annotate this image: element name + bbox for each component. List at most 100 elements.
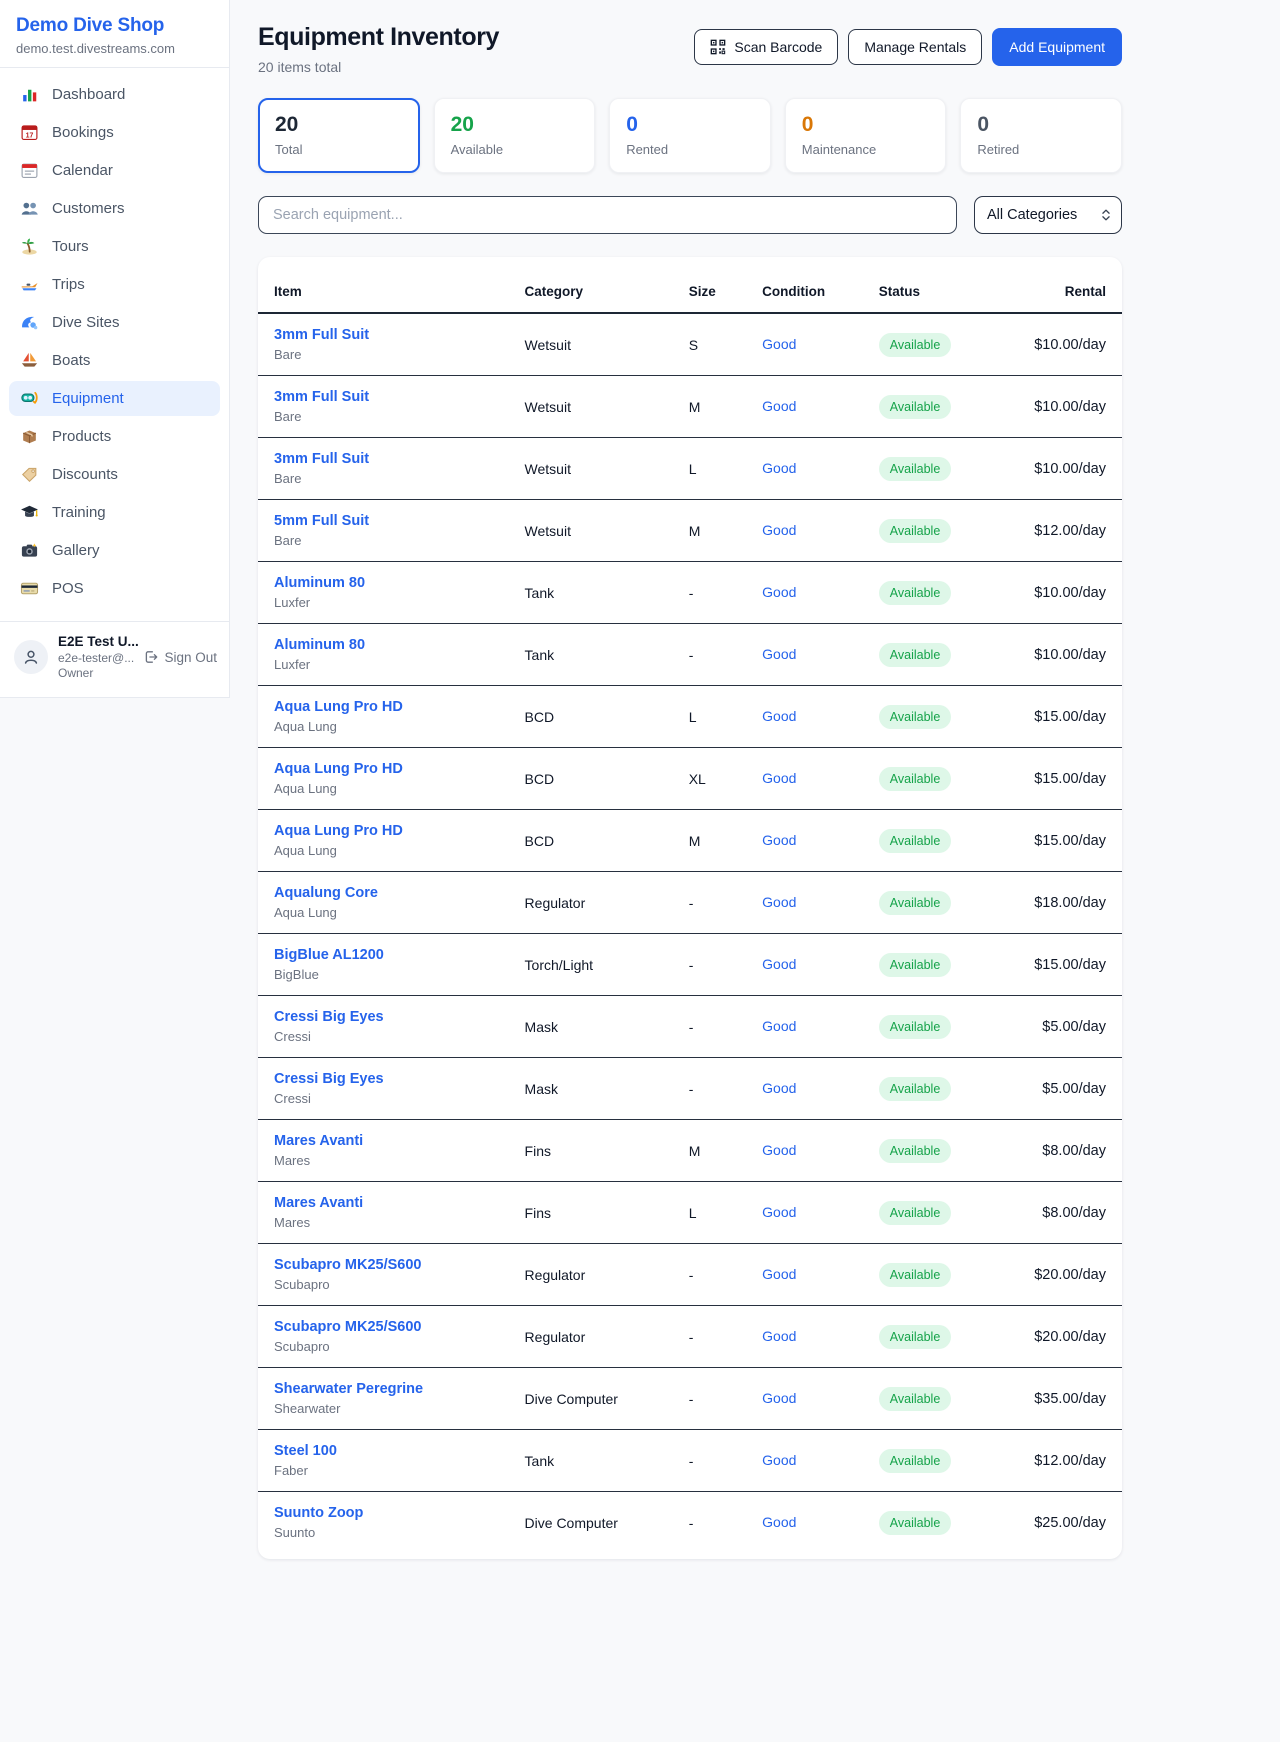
- sidebar-item-label: Training: [52, 504, 106, 521]
- item-link[interactable]: Aqua Lung Pro HD: [274, 761, 493, 777]
- item-link[interactable]: Aluminum 80: [274, 637, 493, 653]
- bookings-icon: 17: [20, 123, 39, 142]
- stat-card-retired[interactable]: 0 Retired: [960, 98, 1122, 173]
- item-link[interactable]: Aqualung Core: [274, 885, 493, 901]
- sidebar-item-equipment[interactable]: Equipment: [9, 381, 220, 416]
- item-link[interactable]: Scubapro MK25/S600: [274, 1257, 493, 1273]
- user-block: E2E Test U... e2e-tester@... Owner Sign …: [0, 621, 229, 693]
- item-link[interactable]: Mares Avanti: [274, 1195, 493, 1211]
- item-rental: $20.00/day: [1014, 1306, 1122, 1368]
- condition-link[interactable]: Good: [762, 832, 796, 848]
- item-size: L: [673, 686, 746, 748]
- stat-label: Retired: [977, 142, 1105, 157]
- condition-link[interactable]: Good: [762, 646, 796, 662]
- search-input[interactable]: [258, 196, 957, 234]
- svg-text:17: 17: [26, 132, 34, 139]
- sidebar-item-label: Discounts: [52, 466, 118, 483]
- sidebar-item-boats[interactable]: Boats: [9, 343, 220, 378]
- stat-card-available[interactable]: 20 Available: [434, 98, 596, 173]
- sidebar-item-trips[interactable]: Trips: [9, 267, 220, 302]
- item-link[interactable]: 3mm Full Suit: [274, 451, 493, 467]
- item-link[interactable]: Aqua Lung Pro HD: [274, 823, 493, 839]
- page-header: Equipment Inventory 20 items total: [258, 23, 1122, 75]
- table-row: Mares Avanti Mares Fins M Good Available…: [258, 1120, 1122, 1182]
- sidebar-item-pos[interactable]: POS: [9, 571, 220, 606]
- item-link[interactable]: Cressi Big Eyes: [274, 1071, 493, 1087]
- condition-link[interactable]: Good: [762, 1080, 796, 1096]
- category-select[interactable]: All Categories: [974, 196, 1122, 234]
- stat-card-total[interactable]: 20 Total: [258, 98, 420, 173]
- condition-link[interactable]: Good: [762, 460, 796, 476]
- item-brand: Luxfer: [274, 595, 493, 610]
- sidebar-item-gallery[interactable]: Gallery: [9, 533, 220, 568]
- item-link[interactable]: Steel 100: [274, 1443, 493, 1459]
- item-link[interactable]: Suunto Zoop: [274, 1505, 493, 1521]
- condition-link[interactable]: Good: [762, 1328, 796, 1344]
- item-brand: Faber: [274, 1463, 493, 1478]
- condition-link[interactable]: Good: [762, 1266, 796, 1282]
- sidebar-item-calendar[interactable]: Calendar: [9, 153, 220, 188]
- brand-title[interactable]: Demo Dive Shop: [16, 15, 213, 37]
- condition-link[interactable]: Good: [762, 1390, 796, 1406]
- item-link[interactable]: 3mm Full Suit: [274, 327, 493, 343]
- item-link[interactable]: Mares Avanti: [274, 1133, 493, 1149]
- stat-card-rented[interactable]: 0 Rented: [609, 98, 771, 173]
- condition-link[interactable]: Good: [762, 1452, 796, 1468]
- stat-card-maintenance[interactable]: 0 Maintenance: [785, 98, 947, 173]
- item-link[interactable]: Shearwater Peregrine: [274, 1381, 493, 1397]
- status-badge: Available: [879, 457, 952, 481]
- item-link[interactable]: 3mm Full Suit: [274, 389, 493, 405]
- item-link[interactable]: Aqua Lung Pro HD: [274, 699, 493, 715]
- status-badge: Available: [879, 1387, 952, 1411]
- condition-link[interactable]: Good: [762, 336, 796, 352]
- item-size: -: [673, 1306, 746, 1368]
- condition-link[interactable]: Good: [762, 1204, 796, 1220]
- sidebar-item-products[interactable]: Products: [9, 419, 220, 454]
- stats-row: 20 Total 20 Available 0 Rented 0 Mainten…: [258, 98, 1122, 173]
- status-badge: Available: [879, 395, 952, 419]
- sidebar-item-customers[interactable]: Customers: [9, 191, 220, 226]
- condition-link[interactable]: Good: [762, 956, 796, 972]
- sidebar-item-training[interactable]: Training: [9, 495, 220, 530]
- manage-rentals-button[interactable]: Manage Rentals: [848, 29, 982, 65]
- table-row: Steel 100 Faber Tank - Good Available $1…: [258, 1430, 1122, 1492]
- scan-barcode-label: Scan Barcode: [734, 39, 822, 55]
- table-row: Scubapro MK25/S600 Scubapro Regulator - …: [258, 1244, 1122, 1306]
- page-heading-group: Equipment Inventory 20 items total: [258, 23, 499, 75]
- status-badge: Available: [879, 1263, 952, 1287]
- item-category: Regulator: [509, 1244, 673, 1306]
- condition-link[interactable]: Good: [762, 398, 796, 414]
- condition-link[interactable]: Good: [762, 1514, 796, 1530]
- condition-link[interactable]: Good: [762, 708, 796, 724]
- sign-out-button[interactable]: Sign Out: [143, 649, 217, 665]
- sidebar-item-tours[interactable]: Tours: [9, 229, 220, 264]
- sidebar-item-dive-sites[interactable]: Dive Sites: [9, 305, 220, 340]
- item-brand: Aqua Lung: [274, 719, 493, 734]
- item-category: Fins: [509, 1182, 673, 1244]
- scan-barcode-button[interactable]: Scan Barcode: [694, 29, 838, 65]
- condition-link[interactable]: Good: [762, 1018, 796, 1034]
- item-link[interactable]: BigBlue AL1200: [274, 947, 493, 963]
- item-brand: Aqua Lung: [274, 843, 493, 858]
- item-brand: Mares: [274, 1215, 493, 1230]
- condition-link[interactable]: Good: [762, 894, 796, 910]
- person-icon: [22, 648, 40, 666]
- item-link[interactable]: Scubapro MK25/S600: [274, 1319, 493, 1335]
- manage-rentals-label: Manage Rentals: [864, 39, 966, 55]
- condition-link[interactable]: Good: [762, 1142, 796, 1158]
- item-link[interactable]: Cressi Big Eyes: [274, 1009, 493, 1025]
- sidebar-item-bookings[interactable]: 17 Bookings: [9, 115, 220, 150]
- sidebar-item-dashboard[interactable]: Dashboard: [9, 77, 220, 112]
- condition-link[interactable]: Good: [762, 522, 796, 538]
- item-link[interactable]: Aluminum 80: [274, 575, 493, 591]
- sidebar-item-label: Gallery: [52, 542, 100, 559]
- condition-link[interactable]: Good: [762, 584, 796, 600]
- table-row: Aluminum 80 Luxfer Tank - Good Available…: [258, 562, 1122, 624]
- sidebar-item-discounts[interactable]: Discounts: [9, 457, 220, 492]
- item-link[interactable]: 5mm Full Suit: [274, 513, 493, 529]
- condition-link[interactable]: Good: [762, 770, 796, 786]
- discounts-icon: [20, 465, 39, 484]
- add-equipment-button[interactable]: Add Equipment: [992, 28, 1122, 66]
- status-badge: Available: [879, 581, 952, 605]
- item-category: Wetsuit: [509, 313, 673, 376]
